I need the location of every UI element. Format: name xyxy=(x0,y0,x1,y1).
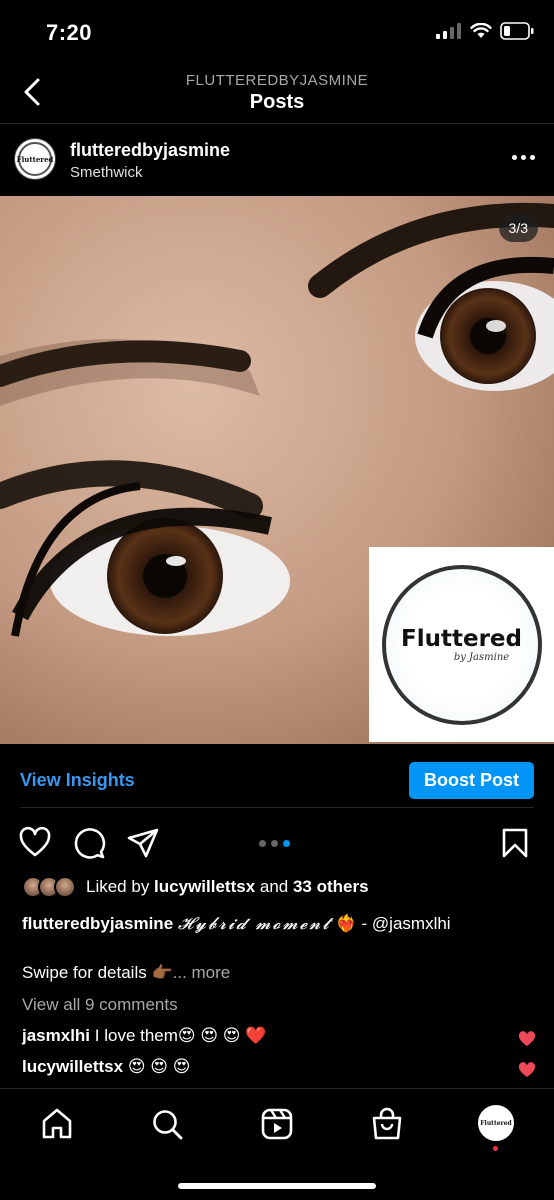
status-icons xyxy=(436,22,534,40)
insights-row: View Insights Boost Post xyxy=(20,744,534,808)
liked-prefix: Liked by xyxy=(86,877,155,896)
carousel-dots xyxy=(259,840,290,847)
comment-heart-icon[interactable] xyxy=(518,1062,536,1078)
liked-others[interactable]: 33 others xyxy=(293,877,369,896)
comment-text: I love them😍 😍 😍 ❤️ xyxy=(90,1026,267,1045)
carousel-counter: 3/3 xyxy=(498,214,538,242)
nav-header: FLUTTEREDBYJASMINE Posts xyxy=(0,64,554,124)
profile-tab-avatar[interactable]: Fluttered xyxy=(478,1105,514,1141)
wifi-icon xyxy=(470,23,492,38)
post-header: Fluttered flutteredbyjasmine Smethwick xyxy=(0,124,554,196)
heart-icon[interactable] xyxy=(18,826,52,860)
home-indicator[interactable] xyxy=(178,1183,376,1189)
status-time: 7:20 xyxy=(46,20,93,45)
comment-icon[interactable] xyxy=(72,826,106,860)
caption-more-line: Swipe for details 👉🏾... more xyxy=(22,963,230,983)
post-image[interactable]: 3/3 Fluttered by Jasmine xyxy=(0,196,554,744)
caption-emoji: ❤️‍🔥 xyxy=(335,914,357,933)
carousel-dot xyxy=(259,840,266,847)
carousel-dot xyxy=(271,840,278,847)
view-insights-link[interactable]: View Insights xyxy=(20,770,135,791)
liked-by-text: Liked by lucywillettsx and 33 others xyxy=(86,877,369,897)
share-icon[interactable] xyxy=(126,826,160,860)
view-all-comments-link[interactable]: View all 9 comments xyxy=(22,995,178,1015)
home-icon[interactable] xyxy=(40,1107,74,1141)
avatar xyxy=(54,876,76,898)
search-icon[interactable] xyxy=(150,1107,184,1141)
post-caption: flutteredbyjasmine 𝓗𝔂𝓫𝓻𝓲𝓭 𝓶𝓸𝓶𝓮𝓷𝓽 ❤️‍🔥 - … xyxy=(22,912,542,936)
comment-row: jasmxlhi I love them😍 😍 😍 ❤️ xyxy=(22,1026,532,1046)
reels-icon[interactable] xyxy=(260,1107,294,1141)
more-link[interactable]: ... more xyxy=(173,963,231,982)
brand-logo: Fluttered by Jasmine xyxy=(369,547,554,742)
action-bar xyxy=(0,818,554,866)
caption-text: 𝓗𝔂𝓫𝓻𝓲𝓭 𝓶𝓸𝓶𝓮𝓷𝓽 xyxy=(177,914,331,934)
comment-username[interactable]: jasmxlhi xyxy=(22,1026,90,1045)
battery-icon xyxy=(500,22,534,40)
logo-sub: by Jasmine xyxy=(453,652,510,663)
comment-text: 😍 😍 😍 xyxy=(123,1057,191,1076)
liked-middle: and xyxy=(255,877,293,896)
avatar[interactable]: Fluttered xyxy=(14,138,56,180)
comment-username[interactable]: lucywillettsx xyxy=(22,1057,123,1076)
nav-subtitle: FLUTTEREDBYJASMINE xyxy=(185,72,369,89)
status-bar: 7:20 xyxy=(0,0,554,64)
comment-row: lucywillettsx 😍 😍 😍 xyxy=(22,1057,532,1077)
shop-icon[interactable] xyxy=(370,1107,404,1141)
post-location[interactable]: Smethwick xyxy=(70,164,143,181)
logo-word: Fluttered xyxy=(401,626,522,652)
caption-username[interactable]: flutteredbyjasmine xyxy=(22,914,173,933)
post-username[interactable]: flutteredbyjasmine xyxy=(70,140,230,161)
liked-by-row[interactable]: Liked by lucywillettsx and 33 others xyxy=(22,873,369,901)
liked-user[interactable]: lucywillettsx xyxy=(154,877,255,896)
boost-post-button[interactable]: Boost Post xyxy=(408,762,534,799)
caption-mention[interactable]: - @jasmxlhi xyxy=(357,914,451,933)
more-icon[interactable] xyxy=(512,152,536,162)
avatar-text: Fluttered xyxy=(17,142,53,176)
logo-circle: Fluttered by Jasmine xyxy=(381,564,542,725)
notification-dot xyxy=(493,1146,498,1151)
liker-avatars xyxy=(22,876,76,898)
signal-icon xyxy=(436,23,461,39)
carousel-dot-active xyxy=(283,840,290,847)
page-title: Posts xyxy=(249,91,305,113)
swipe-text: Swipe for details 👉🏾 xyxy=(22,963,173,982)
comment-heart-icon[interactable] xyxy=(518,1031,536,1047)
bookmark-icon[interactable] xyxy=(498,826,532,860)
